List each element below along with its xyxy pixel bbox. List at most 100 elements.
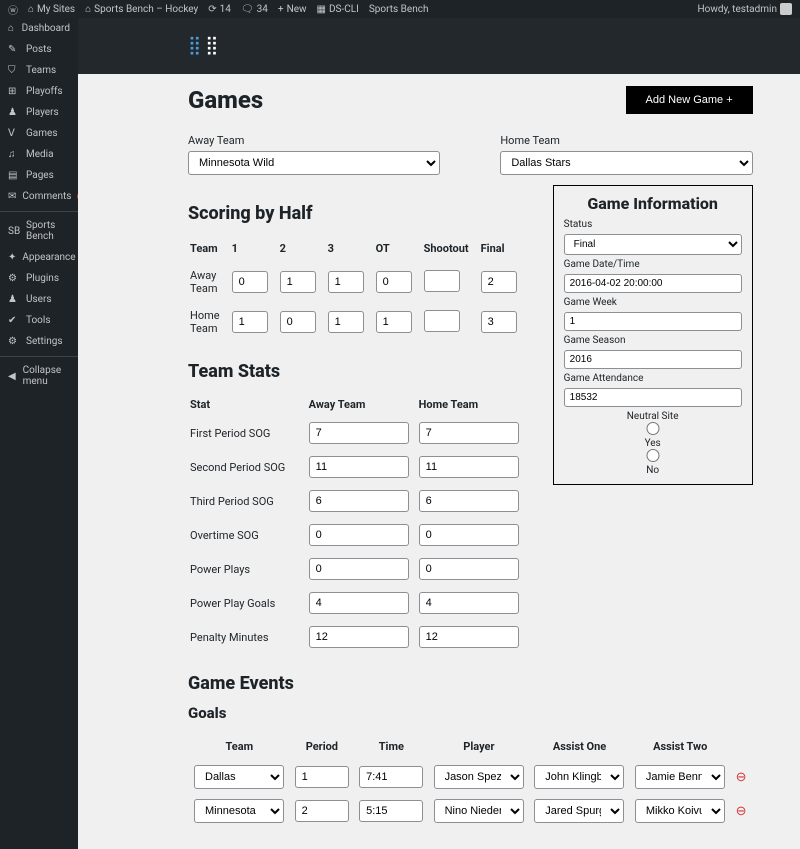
home-p2[interactable] [280,311,316,333]
home-team-label: Home Team [500,134,752,147]
home-row-label: Home Team [190,303,230,341]
goals-heading: Goals [188,704,753,722]
sidebar-item-dashboard[interactable]: ⌂Dashboard [0,18,78,39]
stat-home-6[interactable] [419,626,519,648]
menu-icon: ✉ [8,191,16,202]
sidebar-item-posts[interactable]: ✎Posts [0,39,78,60]
sidebar-item-media[interactable]: ♫Media [0,144,78,165]
content-area: ⣿⣿ Games Add New Game + Away Team Minnes… [78,18,800,849]
game-info-heading: Game Information [564,194,742,213]
goal-assist1-0[interactable]: John Klingberg [534,765,624,789]
stat-home-2[interactable] [419,490,519,512]
away-shootout[interactable] [424,270,460,292]
scoring-heading: Scoring by Half [188,203,529,224]
goal-period-1[interactable] [295,800,349,822]
sidebar-item-plugins[interactable]: ⚙Plugins [0,268,78,289]
goal-time-1[interactable] [359,800,423,822]
stat-away-2[interactable] [309,490,409,512]
away-final[interactable] [481,271,517,293]
sb-logo: ⣿⣿ [188,35,222,57]
menu-icon: ⌂ [8,23,16,34]
sidebar-item-users[interactable]: ♟Users [0,289,78,310]
goal-assist2-0[interactable]: Jamie Benn [635,765,725,789]
goal-team-1[interactable]: Minnesota [194,799,284,823]
site-link[interactable]: ⌂ Sports Bench – Hockey [85,4,198,15]
new-link[interactable]: + New [278,4,307,15]
team-stats-heading: Team Stats [188,361,529,382]
away-team-label: Away Team [188,134,440,147]
attendance-input[interactable] [564,388,742,407]
stat-away-0[interactable] [309,422,409,444]
stat-row: Overtime SOG [190,519,527,551]
status-select[interactable]: Final [564,234,742,255]
sidebar-item-settings[interactable]: ⚙Settings [0,331,78,352]
sidebar-item-pages[interactable]: ▤Pages [0,165,78,186]
menu-icon: ⚙ [8,336,20,347]
neutral-yes[interactable]: Yes [564,422,742,449]
home-ot[interactable] [376,311,412,333]
menu-icon: ◀ [8,371,17,382]
wp-logo-icon[interactable]: ⓦ [8,2,18,17]
home-final[interactable] [481,311,517,333]
stat-away-6[interactable] [309,626,409,648]
stat-home-4[interactable] [419,558,519,580]
updates-link[interactable]: ⟳ 14 [208,4,231,15]
sidebar-item-games[interactable]: ⅤGames [0,123,78,144]
remove-goal-icon[interactable]: ⊖ [732,761,751,793]
datetime-input[interactable] [564,274,742,293]
sidebar-item-teams[interactable]: ⛉Teams [0,60,78,81]
away-p1[interactable] [232,271,268,293]
week-input[interactable] [564,312,742,331]
menu-icon: Ⅴ [8,128,20,139]
stat-row: Power Plays [190,553,527,585]
page-title: Games [188,86,263,114]
sidebar-item-comments[interactable]: ✉Comments 14 [0,186,78,207]
goal-player-0[interactable]: Jason Spezza [434,765,524,789]
away-p2[interactable] [280,271,316,293]
my-sites-link[interactable]: ⌂ My Sites [28,4,75,15]
sidebar-item-tools[interactable]: ✔Tools [0,310,78,331]
sidebar-item-appearance[interactable]: ✦Appearance [0,247,78,268]
comments-link[interactable]: 🗨 34 [241,4,268,15]
home-shootout[interactable] [424,310,460,332]
dscli-link[interactable]: ▦ DS-CLI [317,4,359,15]
goal-player-1[interactable]: Nino Niederreite [434,799,524,823]
stat-row: First Period SOG [190,417,527,449]
stat-away-1[interactable] [309,456,409,478]
goals-table: TeamPeriodTimePlayerAssist OneAssist Two… [188,732,753,829]
howdy-link[interactable]: Howdy, testadmin [698,3,792,15]
goal-period-0[interactable] [295,766,349,788]
away-team-select[interactable]: Minnesota Wild [188,151,440,175]
stat-home-1[interactable] [419,456,519,478]
stat-away-5[interactable] [309,592,409,614]
goal-assist1-1[interactable]: Jared Spurgeon [534,799,624,823]
plugin-banner: ⣿⣿ [78,18,800,74]
add-new-game-button[interactable]: Add New Game + [626,86,753,114]
admin-sidebar: ⌂Dashboard✎Posts⛉Teams⊞Playoffs♟PlayersⅤ… [0,18,78,849]
away-p3[interactable] [328,271,364,293]
neutral-no[interactable]: No [564,449,742,476]
stat-away-4[interactable] [309,558,409,580]
menu-icon: SB [8,226,20,237]
sidebar-item-players[interactable]: ♟Players [0,102,78,123]
sportsbench-link[interactable]: Sports Bench [369,4,429,15]
sidebar-item-playoffs[interactable]: ⊞Playoffs [0,81,78,102]
goal-team-0[interactable]: Dallas [194,765,284,789]
stat-row: Second Period SOG [190,451,527,483]
stat-away-3[interactable] [309,524,409,546]
goal-time-0[interactable] [359,766,423,788]
away-ot[interactable] [376,271,412,293]
home-team-select[interactable]: Dallas Stars [500,151,752,175]
goal-assist2-1[interactable]: Mikko Koivu [635,799,725,823]
sidebar-item-collapse-menu[interactable]: ◀Collapse menu [0,356,78,392]
stat-row: Third Period SOG [190,485,527,517]
avatar-icon [780,3,792,15]
home-p1[interactable] [232,311,268,333]
stat-home-3[interactable] [419,524,519,546]
season-input[interactable] [564,350,742,369]
home-p3[interactable] [328,311,364,333]
stat-home-5[interactable] [419,592,519,614]
stat-home-0[interactable] [419,422,519,444]
menu-icon: ▤ [8,170,20,181]
sidebar-item-sports-bench[interactable]: SBSports Bench [0,211,78,247]
